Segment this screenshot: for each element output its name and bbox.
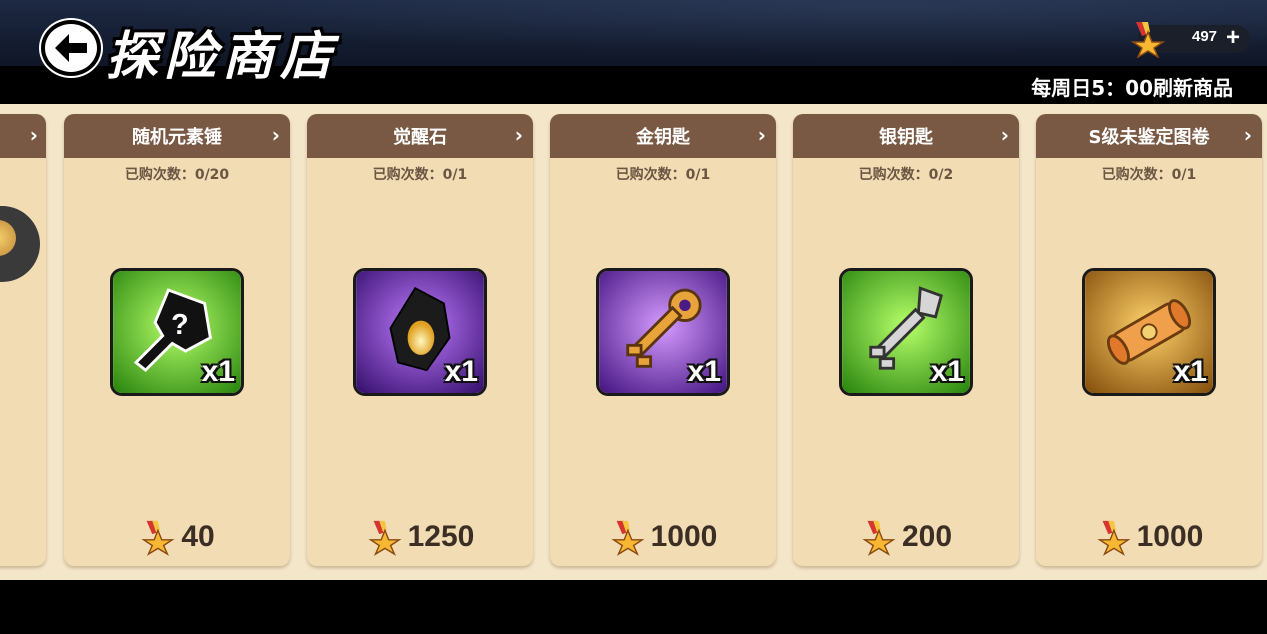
back-button[interactable] (41, 20, 101, 76)
price-value: 1000 (650, 520, 718, 553)
shop-card[interactable]: 金钥匙 › 已购次数：0/1 x1 1000 (550, 114, 776, 566)
price-tag[interactable]: 1250 (307, 518, 533, 556)
medal-star-icon (0, 220, 16, 256)
card-header[interactable]: 随机元素锤 › (64, 114, 290, 158)
shop-card[interactable]: S级未鉴定图卷 › 已购次数：0/1 x1 1000 (1036, 114, 1262, 566)
item-name: 银钥匙 (879, 127, 933, 148)
price-value: 40 (181, 520, 215, 553)
currency-value: 497 (1192, 28, 1218, 45)
purchase-count: 已购次数：0/2 (858, 167, 954, 183)
medal-star-icon (1130, 22, 1166, 58)
item-icon-box[interactable]: x1 (839, 268, 973, 396)
purchase-count: 已购次数：0/20 (124, 167, 230, 183)
bottom-bar (0, 580, 1267, 634)
price-tag[interactable]: 40 (64, 518, 290, 556)
price-value: 1000 (1136, 520, 1204, 553)
item-icon-box[interactable]: x1 (353, 268, 487, 396)
item-icon-box[interactable]: ? x1 (110, 268, 244, 396)
chevron-right-icon: › (29, 123, 38, 147)
refresh-note: 每周日5：00刷新商品 (1031, 76, 1233, 100)
chevron-right-icon: › (271, 123, 280, 147)
purchase-count: 已购次数：0/1 (615, 167, 711, 183)
card-header[interactable]: 觉醒石 › (307, 114, 533, 158)
chevron-right-icon: › (1243, 123, 1252, 147)
medal-star-icon (368, 520, 402, 556)
shop-panel: › 随机元素锤 › 已购次数：0/20 ? x1 40 觉醒石 › 已购次数：0… (0, 104, 1267, 580)
partial-shop-card[interactable]: › (0, 114, 46, 566)
price-tag[interactable]: 1000 (1036, 518, 1262, 556)
item-name: S级未鉴定图卷 (1088, 127, 1210, 148)
shop-card[interactable]: 觉醒石 › 已购次数：0/1 x1 1250 (307, 114, 533, 566)
back-arrow-icon (55, 34, 87, 62)
price-value: 1250 (407, 520, 475, 553)
item-quantity: x1 (201, 355, 235, 388)
medal-star-icon (1097, 520, 1131, 556)
item-icon-box[interactable]: x1 (596, 268, 730, 396)
medal-star-icon (611, 520, 645, 556)
item-name: 金钥匙 (636, 127, 690, 148)
item-name: 觉醒石 (393, 127, 447, 148)
svg-text:?: ? (171, 309, 188, 341)
purchase-count: 已购次数：0/1 (372, 167, 468, 183)
page-title: 探险商店 (106, 26, 339, 87)
price-tag[interactable]: 1000 (550, 518, 776, 556)
chevron-right-icon: › (1000, 123, 1009, 147)
chevron-right-icon: › (757, 123, 766, 147)
partial-card-header: › (0, 114, 46, 158)
card-header[interactable]: 银钥匙 › (793, 114, 1019, 158)
item-icon-box[interactable]: x1 (1082, 268, 1216, 396)
price-tag[interactable]: 200 (793, 518, 1019, 556)
card-header[interactable]: 金钥匙 › (550, 114, 776, 158)
shop-card[interactable]: 随机元素锤 › 已购次数：0/20 ? x1 40 (64, 114, 290, 566)
medal-star-icon (862, 520, 896, 556)
card-header[interactable]: S级未鉴定图卷 › (1036, 114, 1262, 158)
item-quantity: x1 (930, 355, 964, 388)
add-currency-button[interactable]: + (1226, 26, 1240, 50)
item-quantity: x1 (444, 355, 478, 388)
item-quantity: x1 (687, 355, 721, 388)
purchase-count: 已购次数：0/1 (1101, 167, 1197, 183)
item-name: 随机元素锤 (132, 127, 222, 148)
chevron-right-icon: › (514, 123, 523, 147)
item-quantity: x1 (1173, 355, 1207, 388)
medal-star-icon (141, 520, 175, 556)
price-value: 200 (901, 520, 953, 553)
shop-card[interactable]: 银钥匙 › 已购次数：0/2 x1 200 (793, 114, 1019, 566)
